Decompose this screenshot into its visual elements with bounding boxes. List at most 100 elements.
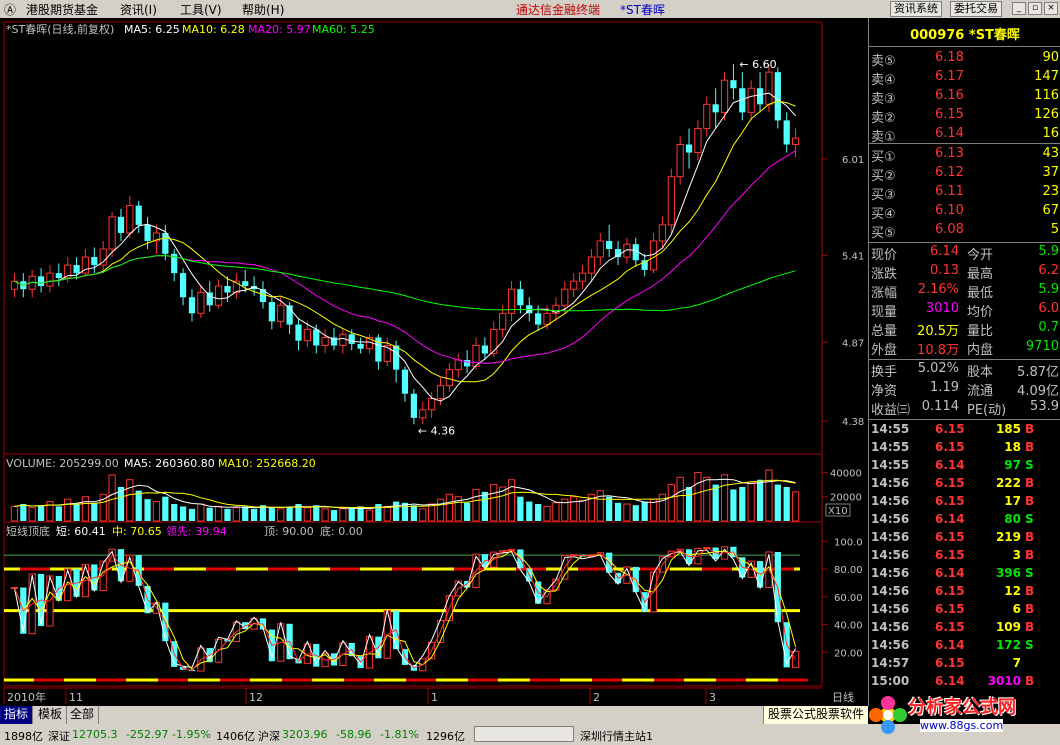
tab-all[interactable]: 全部 xyxy=(66,706,100,724)
tick-price: 6.14 xyxy=(935,458,965,472)
tick-volume: 185 xyxy=(995,422,1021,436)
candle-body xyxy=(126,205,134,234)
menu-a[interactable]: Ⓐ xyxy=(4,1,16,18)
volume-bar xyxy=(162,496,169,521)
candle-body xyxy=(214,285,223,306)
volume-bar xyxy=(436,498,445,522)
ask-row-2[interactable]: 卖④ 6.17 147 xyxy=(869,69,1060,88)
close-icon[interactable]: × xyxy=(1044,2,1058,15)
candle-body xyxy=(756,88,764,105)
candle-body xyxy=(339,333,347,346)
status-amount-2: 1406亿 xyxy=(216,730,255,743)
volume-bar xyxy=(623,503,631,522)
vol-header-ma10: MA10: 252668.20 xyxy=(218,457,316,470)
info-system-button[interactable]: 资讯系统 xyxy=(890,1,942,17)
tick-side: B xyxy=(1025,620,1035,634)
indicator-tick-label: 20.00 xyxy=(834,648,863,659)
volume-bar xyxy=(126,479,134,522)
candle-body xyxy=(765,71,773,105)
bid-row-4[interactable]: 买④ 6.10 67 xyxy=(869,203,1060,222)
watermark-url: www.88gs.com xyxy=(920,719,1004,732)
order-price: 6.12 xyxy=(935,165,964,180)
tick-time: 14:55 xyxy=(871,440,910,454)
minimize-icon[interactable]: _ xyxy=(1012,2,1026,15)
stock-name: *ST春晖 xyxy=(968,28,1020,43)
bid-row-5[interactable]: 买⑤ 6.08 5 xyxy=(869,222,1060,241)
ad-banner[interactable]: 股票公式股票软件 xyxy=(762,706,868,724)
volume-bar xyxy=(606,496,613,521)
volume-bar xyxy=(188,508,196,521)
bid-row-2[interactable]: 买② 6.12 37 xyxy=(869,165,1060,184)
tick-row: 14:56 6.15 6 B xyxy=(869,602,1060,620)
status-station[interactable]: 深圳行情主站1 xyxy=(580,728,653,744)
flower-logo-icon xyxy=(869,696,907,734)
restore-icon[interactable]: ▫ xyxy=(1028,2,1042,15)
status-sz-label[interactable]: 深证 xyxy=(48,728,70,744)
ask-row-1[interactable]: 卖⑤ 6.18 90 xyxy=(869,50,1060,69)
candle-body xyxy=(37,276,45,286)
volume-bar xyxy=(365,509,374,522)
volume-bar xyxy=(268,507,275,521)
bid-row-3[interactable]: 买③ 6.11 23 xyxy=(869,184,1060,203)
volume-bar xyxy=(179,506,187,521)
ind-header-bottom: 底: 0.00 xyxy=(320,524,363,538)
ask-row-3[interactable]: 卖③ 6.16 116 xyxy=(869,88,1060,107)
menu-tools[interactable]: 工具(V) xyxy=(180,1,222,18)
bid-row-1[interactable]: 买① 6.13 43 xyxy=(869,146,1060,165)
tick-side: B xyxy=(1025,476,1035,490)
volume-bar xyxy=(703,476,711,522)
tick-time: 14:55 xyxy=(871,422,910,436)
tick-row: 14:56 6.15 17 B xyxy=(869,494,1060,512)
volume-bar xyxy=(756,479,764,521)
volume-bar xyxy=(313,505,320,521)
main-header-name: *ST春晖(日线,前复权) xyxy=(6,22,114,36)
menu-hk-futures[interactable]: 港股期货基金 xyxy=(26,1,98,18)
candle-body xyxy=(393,345,400,370)
volume-bar xyxy=(286,506,293,521)
kline-chart[interactable]: ← 6.60 ← 4.36 6.01 5.41 4.87 4.38 40000 20000 X… xyxy=(0,18,868,706)
order-label: 卖③ xyxy=(871,92,896,107)
price-tick-label: 4.38 xyxy=(842,417,864,428)
volume-bar xyxy=(472,488,480,522)
candle-body xyxy=(490,328,498,355)
candle-body xyxy=(694,127,702,154)
stat-key: 涨幅 xyxy=(871,286,898,301)
tab-indicator[interactable]: 指标 xyxy=(0,706,34,724)
stat-key: 现量 xyxy=(871,305,898,320)
quote-panel: 000976 *ST春晖 卖⑤ 6.18 90 卖④ 6.17 147 卖③ 6.16 116 卖… xyxy=(868,18,1060,706)
menu-help[interactable]: 帮助(H) xyxy=(242,1,284,18)
indicator-tick-label: 100.0 xyxy=(834,537,863,548)
ask-row-4[interactable]: 卖② 6.15 126 xyxy=(869,107,1060,126)
candle-body xyxy=(747,87,755,113)
candle-body xyxy=(188,297,196,314)
candle-body xyxy=(108,216,116,250)
stat-value: 0.7 xyxy=(1038,320,1059,335)
volume-bar xyxy=(330,510,338,521)
kline-chart-area[interactable]: ← 6.60 ← 4.36 6.01 5.41 4.87 4.38 40000 20000 X… xyxy=(0,18,868,706)
volume-bar xyxy=(81,496,90,522)
status-hs-label[interactable]: 沪深 xyxy=(258,728,280,744)
menu-info[interactable]: 资讯(I) xyxy=(120,1,157,18)
order-price: 6.16 xyxy=(935,88,964,103)
order-label: 买⑤ xyxy=(871,226,896,241)
order-label: 卖④ xyxy=(871,73,896,88)
volume-bar xyxy=(28,507,36,522)
volume-bar xyxy=(10,505,19,522)
candle-body xyxy=(578,272,587,282)
volume-bar xyxy=(37,505,45,521)
volume-bar xyxy=(730,489,737,521)
stat-value: 53.9 xyxy=(1030,399,1059,414)
candle-body xyxy=(720,79,729,113)
stat-value: 5.87亿 xyxy=(1017,365,1059,380)
x-axis-period: 日线 xyxy=(832,690,854,704)
stat-value: 0.114 xyxy=(921,399,959,414)
order-price: 6.15 xyxy=(935,107,964,122)
tick-side: S xyxy=(1025,512,1034,526)
stat-row-1: 现价 6.14 今开 5.9 xyxy=(869,244,1060,263)
trade-button[interactable]: 委托交易 xyxy=(950,1,1002,17)
tab-template[interactable]: 模板 xyxy=(34,706,68,724)
tick-row: 14:56 6.14 80 S xyxy=(869,512,1060,530)
stat-row-5: 总量 20.5万 量比 0.7 xyxy=(869,320,1060,339)
order-price: 6.18 xyxy=(935,50,964,65)
status-mini-chart xyxy=(474,726,574,742)
